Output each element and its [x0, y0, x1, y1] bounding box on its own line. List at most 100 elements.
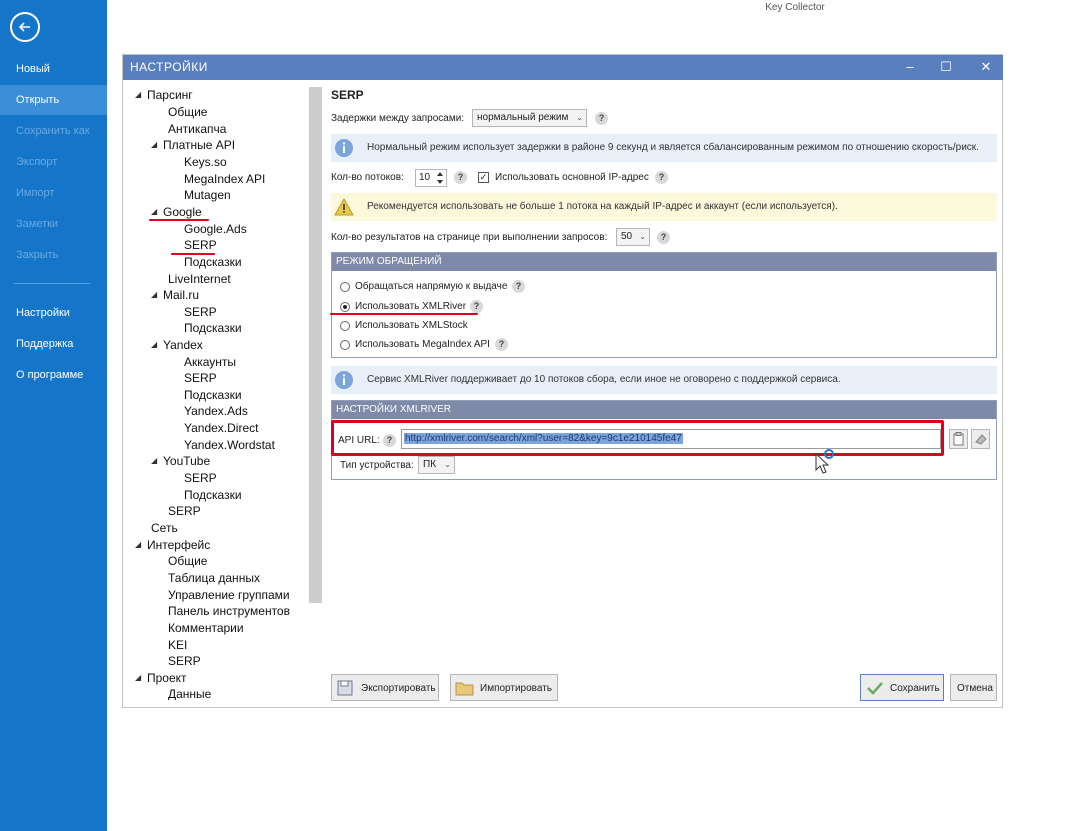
tree-node-yandex[interactable]: ◢ Yandex	[151, 337, 203, 353]
tree-node[interactable]: KEI	[168, 637, 187, 653]
menu-import[interactable]: Импорт	[0, 178, 107, 208]
menu-open[interactable]: Открыть	[0, 85, 107, 115]
save-button[interactable]: Сохранить	[860, 674, 944, 701]
tree-node[interactable]: Mutagen	[184, 187, 231, 203]
tree-node[interactable]: Yandex.Wordstat	[184, 437, 275, 453]
xmlriver-info-text: Сервис XMLRiver поддерживает до 10 поток…	[367, 374, 841, 385]
menu-new[interactable]: Новый	[0, 54, 107, 84]
maximize-button[interactable]: ☐	[935, 57, 957, 77]
use-main-ip-checkbox[interactable]: ✓	[478, 172, 489, 183]
clear-button[interactable]	[971, 429, 990, 449]
paste-button[interactable]	[949, 429, 968, 449]
chevron-down-icon: ⌄	[444, 460, 451, 469]
expand-arrow-icon: ◢	[151, 140, 158, 149]
radio-xmlstock[interactable]	[340, 321, 350, 331]
help-icon[interactable]: ?	[495, 338, 508, 351]
tree-node-project[interactable]: ◢ Проект	[135, 670, 187, 686]
menu-about[interactable]: О программе	[0, 360, 107, 390]
tree-node[interactable]: Управление группами	[168, 587, 290, 603]
backstage-menu: Новый Открыть Сохранить как Экспорт Импо…	[0, 0, 107, 831]
menu-close[interactable]: Закрыть	[0, 240, 107, 270]
tree-node[interactable]: Yandex.Ads	[184, 403, 248, 419]
menu-notes[interactable]: Заметки	[0, 209, 107, 239]
tree-node[interactable]: Google.Ads	[184, 221, 247, 237]
tree-node[interactable]: Панель инструментов	[168, 603, 290, 619]
annotation-highlight-box	[331, 420, 944, 456]
tree-node[interactable]: Таблица данных	[168, 570, 260, 586]
tree-node-mailru[interactable]: ◢ Mail.ru	[151, 287, 199, 303]
tree-node[interactable]: Подсказки	[184, 387, 242, 403]
tree-node[interactable]: Антикапча	[168, 121, 226, 137]
expand-arrow-icon: ◢	[151, 340, 158, 349]
tree-node[interactable]: Подсказки	[184, 487, 242, 503]
menu-settings[interactable]: Настройки	[0, 298, 107, 328]
tree-node[interactable]: SERP	[184, 304, 217, 320]
group-header: НАСТРОЙКИ XMLRIVER	[332, 401, 996, 419]
dialog-title: НАСТРОЙКИ	[130, 60, 208, 74]
import-button[interactable]: Импортировать	[450, 674, 558, 701]
clipboard-icon	[953, 432, 964, 446]
radio-megaindex[interactable]	[340, 340, 350, 350]
chevron-down-icon: ⌄	[639, 232, 646, 241]
tree-node[interactable]: Подсказки	[184, 320, 242, 336]
menu-support[interactable]: Поддержка	[0, 329, 107, 359]
threads-label: Кол-во потоков:	[331, 172, 404, 183]
cancel-button[interactable]: Отмена	[950, 674, 997, 701]
info-icon	[335, 139, 353, 157]
expand-arrow-icon: ◢	[135, 90, 142, 99]
tree-node[interactable]: Keys.so	[184, 154, 227, 170]
close-button[interactable]: ✕	[975, 57, 997, 77]
results-select[interactable]: 50 ⌄	[616, 228, 650, 246]
tree-node-interface[interactable]: ◢ Интерфейс	[135, 537, 210, 553]
tree-node[interactable]: SERP	[184, 370, 217, 386]
menu-export[interactable]: Экспорт	[0, 147, 107, 177]
chevron-down-icon: ⌄	[576, 113, 583, 122]
menu-save-as[interactable]: Сохранить как	[0, 116, 107, 146]
tree-node[interactable]: SERP	[168, 503, 201, 519]
results-label: Кол-во результатов на странице при выпол…	[331, 232, 608, 243]
tree-node[interactable]: Комментарии	[168, 620, 244, 636]
minimize-button[interactable]: –	[899, 57, 921, 77]
request-mode-group: РЕЖИМ ОБРАЩЕНИЙ Обращаться напрямую к вы…	[330, 252, 997, 358]
radio-xmlriver[interactable]	[340, 302, 350, 312]
threads-stepper[interactable]: 10	[415, 169, 447, 187]
help-icon[interactable]: ?	[655, 171, 668, 184]
radio-xmlriver-label: Использовать XMLRiver	[355, 301, 467, 312]
tree-node[interactable]: Общие	[168, 553, 207, 569]
expand-arrow-icon: ◢	[151, 456, 158, 465]
tree-node[interactable]: MegaIndex API	[184, 171, 265, 187]
warning-box: Рекомендуется использовать не больше 1 п…	[331, 193, 997, 221]
help-icon[interactable]: ?	[454, 171, 467, 184]
tree-node[interactable]: Аккаунты	[184, 354, 236, 370]
tree-node-paid-api[interactable]: ◢ Платные API	[151, 137, 235, 153]
tree-node[interactable]: LiveInternet	[168, 271, 231, 287]
menu-divider	[14, 283, 90, 284]
device-select[interactable]: ПК ⌄	[418, 456, 455, 474]
tree-node-parsing[interactable]: ◢ Парсинг	[135, 87, 193, 103]
help-icon[interactable]: ?	[512, 280, 525, 293]
tree-node[interactable]: Подсказки	[184, 254, 242, 270]
eraser-icon	[975, 434, 987, 445]
tree-node[interactable]: Сеть	[151, 520, 178, 536]
tree-node[interactable]: SERP	[168, 653, 201, 669]
delay-select[interactable]: нормальный режим ⌄	[472, 109, 587, 127]
help-icon[interactable]: ?	[470, 300, 483, 313]
use-main-ip-label: Использовать основной IP-адрес	[495, 172, 649, 183]
help-icon[interactable]: ?	[657, 231, 670, 244]
tree-node-google-serp[interactable]: SERP	[184, 237, 217, 253]
tree-node[interactable]: Общие	[168, 104, 207, 120]
tree-node-youtube[interactable]: ◢ YouTube	[151, 453, 210, 469]
tree-scrollbar[interactable]	[309, 87, 322, 603]
tree-node[interactable]: Данные	[168, 686, 211, 700]
radio-direct[interactable]	[340, 282, 350, 292]
export-button[interactable]: Экспортировать	[331, 674, 439, 701]
tree-node-google[interactable]: ◢ Google	[151, 204, 202, 220]
back-button[interactable]	[10, 12, 40, 42]
tree-node[interactable]: SERP	[184, 470, 217, 486]
delay-info-text: Нормальный режим использует задержки в р…	[367, 142, 979, 153]
help-icon[interactable]: ?	[595, 112, 608, 125]
radio-direct-label: Обращаться напрямую к выдаче	[355, 281, 508, 292]
tree-node[interactable]: Yandex.Direct	[184, 420, 258, 436]
settings-tree: ◢ Парсинг Общие Антикапча ◢ Платные API Ke…	[133, 86, 311, 700]
info-icon	[335, 371, 353, 389]
